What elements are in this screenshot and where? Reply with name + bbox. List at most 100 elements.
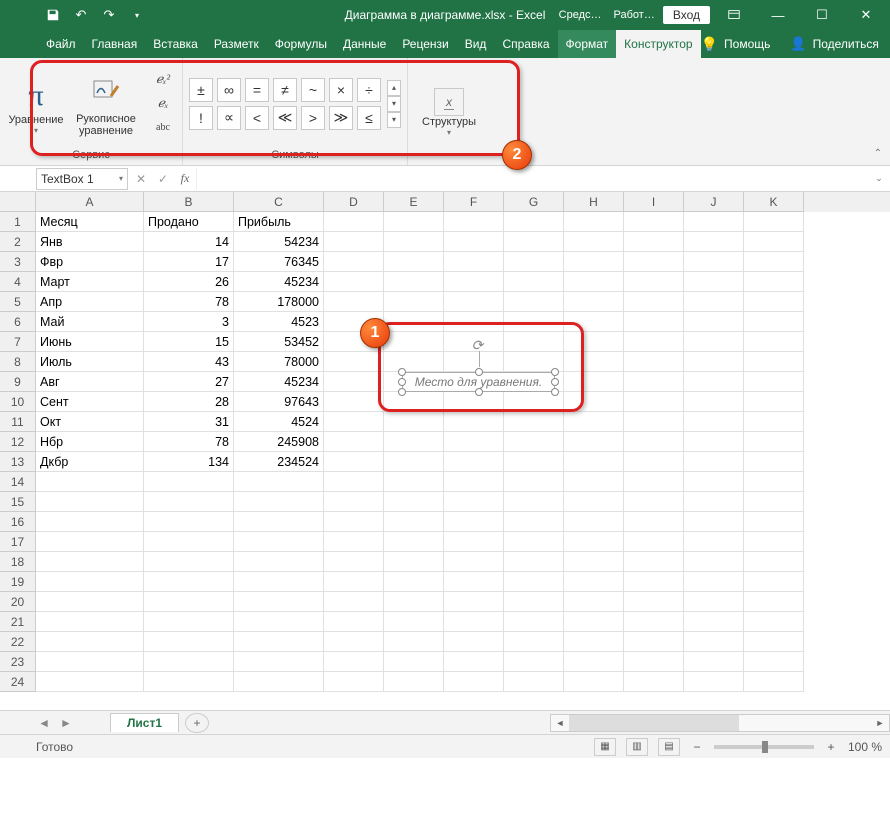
row-header[interactable]: 6 [0,312,36,332]
tab-format[interactable]: Формат [558,30,617,58]
cell[interactable] [624,652,684,672]
cell[interactable] [324,632,384,652]
cell[interactable] [444,552,504,572]
ink-equation-button[interactable]: Рукописное уравнение [70,71,142,137]
cell[interactable]: Март [36,272,144,292]
row-header[interactable]: 23 [0,652,36,672]
cell[interactable]: 4524 [234,412,324,432]
cell[interactable] [624,252,684,272]
cell[interactable] [444,612,504,632]
cell[interactable] [564,512,624,532]
cell[interactable] [744,412,804,432]
cell[interactable] [744,492,804,512]
cell[interactable] [684,272,744,292]
cell[interactable] [684,512,744,532]
resize-handle[interactable] [398,368,406,376]
cell[interactable] [624,632,684,652]
cell[interactable] [744,252,804,272]
cell[interactable] [624,412,684,432]
symbol-gallery[interactable]: ±∞=≠~×÷!∝<≪>≫≤ [189,78,381,130]
cell[interactable]: Окт [36,412,144,432]
symbol-button[interactable]: ~ [301,78,325,102]
cell[interactable] [384,552,444,572]
row-header[interactable]: 15 [0,492,36,512]
cell[interactable] [144,632,234,652]
cell[interactable]: Прибыль [234,212,324,232]
cell[interactable] [384,512,444,532]
cell[interactable] [444,532,504,552]
scroll-left-icon[interactable]: ◄ [551,715,569,731]
cell[interactable] [444,672,504,692]
cell[interactable] [234,652,324,672]
minimize-icon[interactable]: — [758,0,798,30]
cell[interactable]: Апр [36,292,144,312]
tab-formulas[interactable]: Формулы [267,30,335,58]
cell[interactable]: 43 [144,352,234,372]
cell[interactable] [504,552,564,572]
row-header[interactable]: 9 [0,372,36,392]
cell[interactable] [564,532,624,552]
cell[interactable] [564,492,624,512]
cell[interactable] [744,452,804,472]
column-header[interactable]: H [564,192,624,212]
symbol-button[interactable]: ∞ [217,78,241,102]
cell[interactable] [624,392,684,412]
cell[interactable] [564,272,624,292]
cell[interactable] [744,332,804,352]
cell[interactable] [324,672,384,692]
cell[interactable] [444,412,504,432]
cell[interactable] [36,612,144,632]
cell[interactable] [234,512,324,532]
cell[interactable] [444,392,504,412]
cell[interactable] [324,452,384,472]
cell[interactable]: Янв [36,232,144,252]
cell[interactable] [624,292,684,312]
row-header[interactable]: 3 [0,252,36,272]
cell[interactable] [744,312,804,332]
cell[interactable] [744,552,804,572]
cell[interactable] [744,592,804,612]
gallery-down-icon[interactable]: ▾ [387,96,401,112]
scroll-right-icon[interactable]: ► [871,715,889,731]
cell[interactable] [564,432,624,452]
tab-layout[interactable]: Разметк [206,30,267,58]
cell[interactable] [36,572,144,592]
cell[interactable] [624,472,684,492]
cell[interactable] [384,232,444,252]
cell[interactable] [384,312,444,332]
symbol-button[interactable]: > [301,106,325,130]
cell[interactable] [144,492,234,512]
cell[interactable] [444,272,504,292]
cell[interactable]: 15 [144,332,234,352]
cell[interactable] [324,512,384,532]
cell[interactable] [324,272,384,292]
ribbon-display-icon[interactable] [714,0,754,30]
collapse-ribbon-icon[interactable]: ⌃ [874,148,882,159]
cell[interactable] [684,472,744,492]
cell[interactable] [684,432,744,452]
cell[interactable] [444,592,504,612]
cell[interactable] [624,372,684,392]
cell[interactable] [744,652,804,672]
cell[interactable] [684,212,744,232]
row-header[interactable]: 17 [0,532,36,552]
equation-textbox[interactable]: Место для уравнения. ⟳ [402,372,555,392]
cell[interactable]: 53452 [234,332,324,352]
structures-button[interactable]: x Структуры ▾ [414,82,484,137]
cell[interactable] [564,552,624,572]
cell[interactable] [36,592,144,612]
cell[interactable] [234,492,324,512]
cell[interactable] [384,612,444,632]
cell[interactable] [36,472,144,492]
cell[interactable] [564,232,624,252]
add-sheet-button[interactable]: + [185,713,209,733]
cell[interactable] [744,532,804,552]
cell[interactable] [684,452,744,472]
gallery-up-icon[interactable]: ▴ [387,80,401,96]
cell[interactable] [144,672,234,692]
qat-dropdown-icon[interactable]: ▾ [124,2,150,28]
tab-view[interactable]: Вид [457,30,495,58]
cell[interactable] [624,452,684,472]
cell[interactable] [444,492,504,512]
resize-handle[interactable] [551,368,559,376]
